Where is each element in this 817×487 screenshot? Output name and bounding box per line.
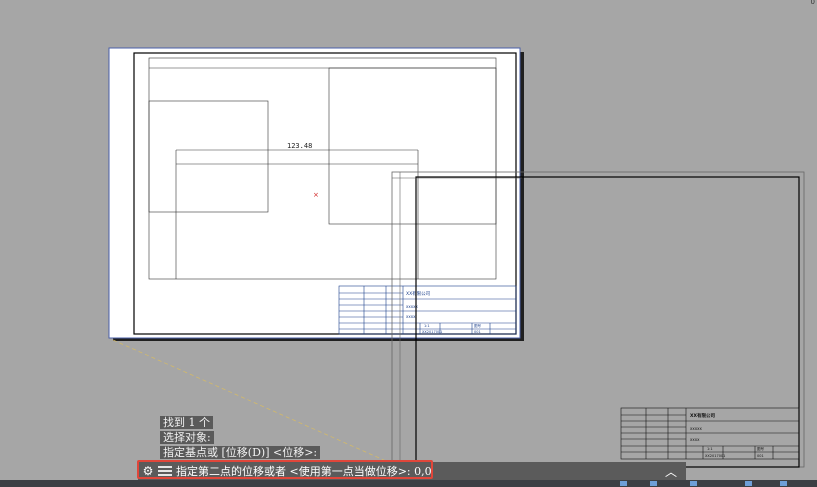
title-block-copy-drawing-no: XX2017001	[705, 454, 725, 458]
title-block-copy-line1: xxxxx	[690, 426, 702, 431]
dimension-text: 123.48	[287, 142, 312, 150]
title-block-drawing-no: XX2017001	[422, 330, 442, 334]
command-history-line: 指定基点或 [位移(D)] <位移>:	[160, 446, 321, 459]
status-icon[interactable]	[745, 481, 752, 486]
title-block-copy-line2: xxxx	[690, 437, 700, 442]
title-block-copy-material: 图号	[757, 446, 765, 451]
status-icon[interactable]	[620, 481, 627, 486]
title-block-line2: xxxx	[406, 314, 416, 319]
title-block-code: 001	[474, 330, 481, 334]
red-marker: ×	[313, 191, 319, 199]
command-history-line: 找到 1 个	[160, 416, 213, 429]
title-block-copy-company: XX有限公司	[690, 412, 715, 419]
status-icon[interactable]	[650, 481, 657, 486]
title-block-company: XX有限公司	[406, 290, 430, 297]
title-block-ratio: 1:1	[424, 324, 430, 328]
corner-mark: 0	[810, 0, 815, 6]
title-block-material: 图号	[474, 323, 482, 328]
title-block-copy-ratio: 1:1	[707, 447, 713, 451]
status-icon[interactable]	[780, 481, 787, 486]
title-block-copy-code: 001	[757, 454, 764, 458]
status-icon[interactable]	[690, 481, 697, 486]
command-highlight-box	[137, 460, 433, 479]
chevron-up-icon[interactable]: ︿	[656, 463, 686, 480]
drawing-canvas[interactable]: 123.48 × XX有限公司 xxxxx xxxx 1:1 XX2017001…	[0, 0, 817, 480]
command-history-line: 选择对象:	[160, 431, 214, 444]
